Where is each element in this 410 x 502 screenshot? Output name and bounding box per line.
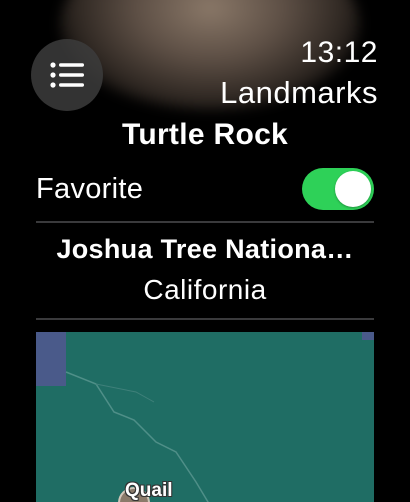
map-place-label: Quail <box>125 480 173 501</box>
toggle-knob <box>335 171 371 207</box>
map-terrain <box>36 332 374 502</box>
park-name: Joshua Tree Nationa… <box>56 234 354 264</box>
divider <box>36 318 374 320</box>
favorite-row: Favorite <box>36 166 374 212</box>
nav-title: Landmarks <box>220 75 378 110</box>
watch-screen: 13:12 Landmarks Turtle Rock Favorite Jos… <box>0 0 410 502</box>
divider <box>36 221 374 223</box>
favorite-toggle[interactable] <box>302 168 374 210</box>
menu-button[interactable] <box>31 39 103 111</box>
list-icon <box>50 62 84 88</box>
landmark-title: Turtle Rock <box>121 118 289 151</box>
state-name: California <box>143 274 267 305</box>
favorite-label: Favorite <box>36 172 144 205</box>
clock: 13:12 <box>300 36 378 69</box>
map-view[interactable]: Quail <box>36 332 374 502</box>
